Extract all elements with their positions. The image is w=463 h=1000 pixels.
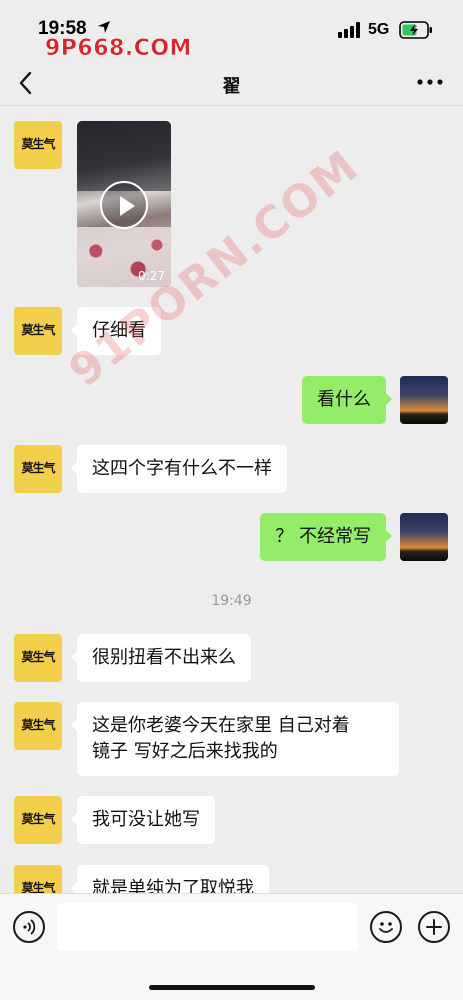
contact-avatar[interactable]: 莫生气: [14, 865, 62, 893]
message-bubble-incoming[interactable]: 这是你老婆今天在家里 自己对着 镜子 写好之后来找我的: [71, 702, 399, 776]
input-toolbar: [0, 893, 463, 1000]
self-avatar[interactable]: [400, 376, 448, 424]
message-text: 我可没让她写: [92, 809, 200, 830]
ellipsis-icon[interactable]: [415, 72, 445, 92]
emoji-button[interactable]: [370, 911, 402, 943]
message-bubble-incoming[interactable]: 很别扭看不出来么: [71, 634, 251, 682]
avatar-text: 莫生气: [21, 881, 55, 893]
message-text: 这四个字有什么不一样: [92, 458, 272, 479]
message-bubble-outgoing[interactable]: ？ 不经常写: [260, 513, 392, 561]
contact-avatar[interactable]: 莫生气: [14, 121, 62, 169]
home-indicator: [149, 985, 315, 990]
message-bubble-incoming[interactable]: 这四个字有什么不一样: [71, 445, 287, 493]
avatar-text: 莫生气: [21, 650, 55, 664]
message-text-line: 镜子 写好之后来找我的: [92, 741, 278, 762]
watermark-site: 9P668.COM: [45, 36, 192, 62]
voice-button[interactable]: [13, 911, 45, 943]
message-text: 就是单纯为了取悦我: [92, 878, 254, 893]
self-avatar[interactable]: [400, 513, 448, 561]
play-icon: [120, 196, 135, 216]
message-text-line: 这是你老婆今天在家里 自己对着: [92, 715, 350, 736]
message-text: ？ 不经常写: [275, 526, 371, 547]
message-bubble-incoming[interactable]: 就是单纯为了取悦我: [71, 865, 269, 893]
more-actions-button[interactable]: [418, 911, 450, 943]
message-bubble-incoming[interactable]: 仔细看: [71, 307, 161, 355]
message-list[interactable]: 莫生气 0:27 莫生气 仔细看 看什么 莫生气 这四个字有什么不一样 ？ 不经…: [0, 107, 463, 893]
smiley-icon: [379, 922, 393, 933]
battery-charging-icon: [399, 21, 432, 39]
contact-avatar[interactable]: 莫生气: [14, 445, 62, 493]
avatar-text: 莫生气: [21, 137, 55, 151]
message-bubble-incoming[interactable]: 我可没让她写: [71, 796, 215, 844]
message-text: 很别扭看不出来么: [92, 647, 236, 668]
contact-avatar[interactable]: 莫生气: [14, 307, 62, 355]
video-duration: 0:27: [138, 269, 165, 283]
voice-icon: [23, 919, 36, 935]
avatar-text: 莫生气: [21, 323, 55, 337]
message-timestamp: 19:49: [211, 593, 252, 609]
network-type: 5G: [368, 21, 390, 38]
message-text: 仔细看: [92, 320, 146, 341]
plus-icon: [426, 919, 442, 935]
location-arrow-icon: [98, 21, 110, 33]
avatar-text: 莫生气: [21, 461, 55, 475]
chat-header: 翟: [0, 60, 463, 106]
avatar-text: 莫生气: [21, 812, 55, 826]
video-message[interactable]: 0:27: [77, 121, 171, 287]
contact-avatar[interactable]: 莫生气: [14, 634, 62, 682]
play-button[interactable]: [100, 181, 148, 229]
status-bar: 19:58 9P668.COM 5G: [0, 0, 463, 62]
contact-avatar[interactable]: 莫生气: [14, 796, 62, 844]
message-bubble-outgoing[interactable]: 看什么: [302, 376, 392, 424]
message-text: 看什么: [317, 389, 371, 410]
contact-avatar[interactable]: 莫生气: [14, 702, 62, 750]
signal-bars-icon: [338, 22, 360, 38]
message-input[interactable]: [57, 903, 358, 951]
avatar-text: 莫生气: [21, 718, 55, 732]
chat-title: 翟: [222, 76, 241, 97]
